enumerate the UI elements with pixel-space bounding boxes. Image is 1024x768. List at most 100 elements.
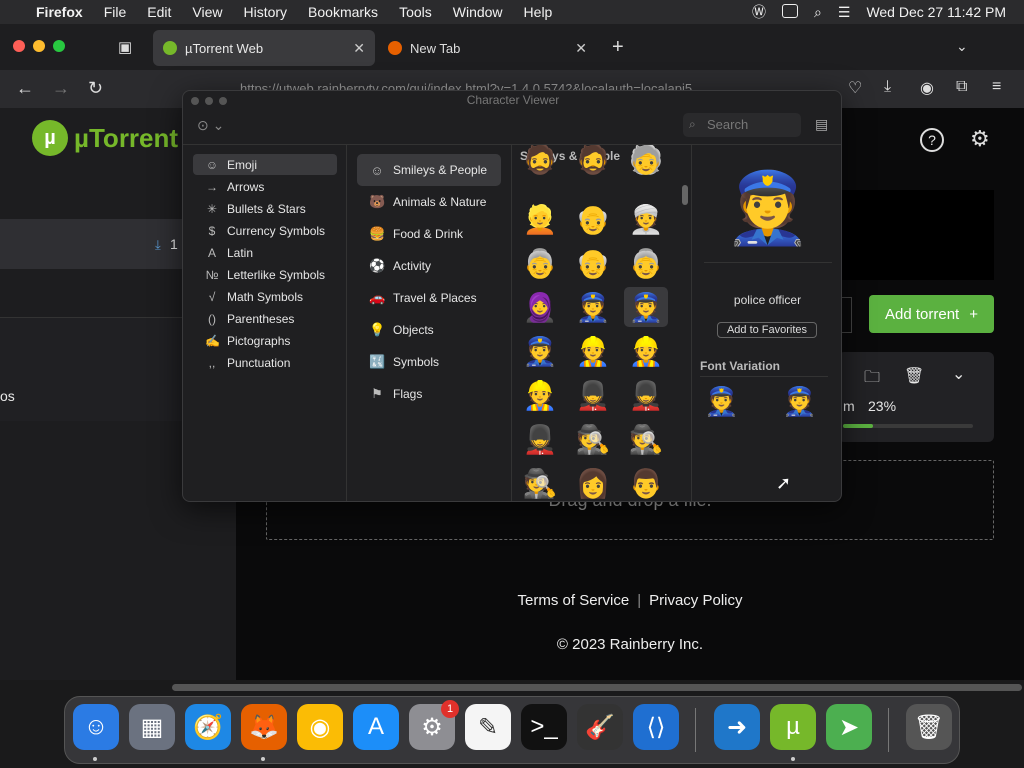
back-icon[interactable]: ← [16,78,34,99]
menu-file[interactable]: File [104,4,127,20]
zoom-window-button[interactable] [53,40,65,52]
subcategory-travel-places[interactable]: 🚗 Travel & Places [357,282,501,314]
dock-launchpad-icon[interactable]: ▦ [129,704,175,750]
emoji-cell[interactable]: 👮 [571,287,615,327]
torrent-card[interactable]: 🗀 🗑 ⌄ m 23% [838,352,994,442]
dock-safari-icon[interactable]: 🧭 [185,704,231,750]
forward-icon[interactable]: → [52,78,70,99]
emoji-cell[interactable]: 👱 [518,199,562,239]
privacy-link[interactable]: Privacy Policy [649,592,742,609]
close-tab-icon[interactable]: ✕ [353,40,365,57]
new-tab-icon[interactable]: + [612,36,624,59]
category-currency[interactable]: $ Currency Symbols [193,220,337,241]
emoji-cell[interactable]: 👷 [624,331,668,371]
menu-window[interactable]: Window [453,4,503,20]
dock-maps-icon[interactable]: ➤ [826,704,872,750]
category-punctuation[interactable]: ,, Punctuation [193,352,337,373]
subcategory-symbols[interactable]: 🔣 Symbols [357,346,501,378]
dock-utorrent-icon[interactable]: µ [770,704,816,750]
app-menu-icon[interactable]: ≡ [992,78,1001,96]
dock-chrome-icon[interactable]: ◉ [297,704,343,750]
subcategory-food-drink[interactable]: 🍔 Food & Drink [357,218,501,250]
emoji-cell[interactable]: 🧔 [571,145,615,179]
tab-overview-icon[interactable]: ▣ [118,38,132,56]
collapse-view-icon[interactable]: ▤ [815,116,828,133]
dock-vscode-icon[interactable]: ⟨⟩ [633,704,679,750]
subcategory-activity[interactable]: ⚽ Activity [357,250,501,282]
emoji-cell[interactable]: 🕵 [624,419,668,459]
menu-tools[interactable]: Tools [399,4,432,20]
dock-terminal-icon[interactable]: >_ [521,704,567,750]
font-variation-option[interactable]: 👮 [704,385,739,418]
dock-textedit-icon[interactable]: ✎ [465,704,511,750]
emoji-cell[interactable]: 👴 [571,243,615,283]
extensions-icon[interactable]: ⧉ [956,78,967,96]
dock-firefox-icon[interactable]: 🦊 [241,704,287,750]
dock-migration-icon[interactable]: ➜ [714,704,760,750]
emoji-cell[interactable]: 👩 [571,463,615,501]
dock-garageband-icon[interactable]: 🎸 [577,704,623,750]
emoji-cell[interactable]: 👨 [624,463,668,501]
window-icon[interactable] [782,3,799,21]
subcategory-flags[interactable]: ⚑ Flags [357,378,501,410]
subcategory-smileys-people[interactable]: ☺ Smileys & People [357,154,501,186]
emoji-cell[interactable]: 👳 [624,199,668,239]
category-arrows[interactable]: → Arrows [193,176,337,197]
add-to-favorites-button[interactable]: Add to Favorites [717,322,817,338]
add-torrent-button[interactable]: Add torrent + [869,295,994,333]
emoji-cell[interactable]: 🧓 [624,145,668,179]
emoji-cell[interactable]: 👵 [518,243,562,283]
emoji-cell[interactable]: 💂 [571,375,615,415]
font-variation-option[interactable]: 👮 [782,385,817,418]
menu-bookmarks[interactable]: Bookmarks [308,4,378,20]
category-letterlike[interactable]: № Letterlike Symbols [193,264,337,285]
emoji-cell[interactable]: 🧔 [518,145,562,179]
control-center-icon[interactable]: ☰ [838,4,851,21]
emoji-cell[interactable]: 👮 [624,287,668,327]
emoji-cell[interactable]: 👮 [518,331,562,371]
menu-app-name[interactable]: Firefox [36,4,83,20]
menu-history[interactable]: History [243,4,287,20]
menu-clock[interactable]: Wed Dec 27 11:42 PM [866,4,1006,20]
category-emoji[interactable]: ☺ Emoji [193,154,337,175]
pocket-icon[interactable]: ♡ [848,78,862,98]
dock-trash-icon[interactable]: 🗑 [906,704,952,750]
spotlight-search-icon[interactable]: ⌕ [814,4,822,21]
emoji-cell[interactable]: 👷 [518,375,562,415]
horizontal-scrollbar[interactable] [0,680,1024,694]
subcategory-objects[interactable]: 💡 Objects [357,314,501,346]
account-icon[interactable]: ◉ [920,78,934,98]
help-icon[interactable]: ? [920,128,944,152]
wordpress-icon[interactable]: Ⓦ [752,2,766,22]
folder-icon[interactable]: 🗀 [864,366,880,393]
emoji-cell[interactable]: 💂 [518,419,562,459]
settings-gear-icon[interactable]: ⚙ [970,126,990,152]
terms-link[interactable]: Terms of Service [518,592,630,609]
category-parentheses[interactable]: () Parentheses [193,308,337,329]
trash-icon[interactable]: 🗑 [904,366,924,386]
menu-edit[interactable]: Edit [147,4,171,20]
category-latin[interactable]: A Latin [193,242,337,263]
category-math[interactable]: √ Math Symbols [193,286,337,307]
close-tab-icon[interactable]: ✕ [575,40,587,57]
menu-help[interactable]: Help [524,4,553,20]
category-bullets-stars[interactable]: ✳ Bullets & Stars [193,198,337,219]
category-pictographs[interactable]: ✍ Pictographs [193,330,337,351]
subcategory-animals-nature[interactable]: 🐻 Animals & Nature [357,186,501,218]
dock-system-settings-icon[interactable]: ⚙ 1 [409,700,459,750]
emoji-cell[interactable]: 👷 [571,331,615,371]
expand-chevron-icon[interactable]: ⌄ [952,364,965,384]
action-menu-icon[interactable]: ⊙ ⌄ [197,117,224,134]
menu-view[interactable]: View [192,4,222,20]
cv-search-input[interactable]: Search [683,113,801,137]
tab-new-tab[interactable]: New Tab ✕ [380,30,595,66]
emoji-cell[interactable]: 🕵 [571,419,615,459]
grid-scrollbar[interactable] [682,185,688,205]
reload-icon[interactable]: ↻ [88,78,103,99]
close-window-button[interactable] [13,40,25,52]
dock-app-store-icon[interactable]: A [353,704,399,750]
emoji-cell[interactable]: 💂 [624,375,668,415]
emoji-cell[interactable]: 👵 [624,243,668,283]
tab-utorrent[interactable]: µTorrent Web ✕ [153,30,375,66]
emoji-cell[interactable]: 🧕 [518,287,562,327]
